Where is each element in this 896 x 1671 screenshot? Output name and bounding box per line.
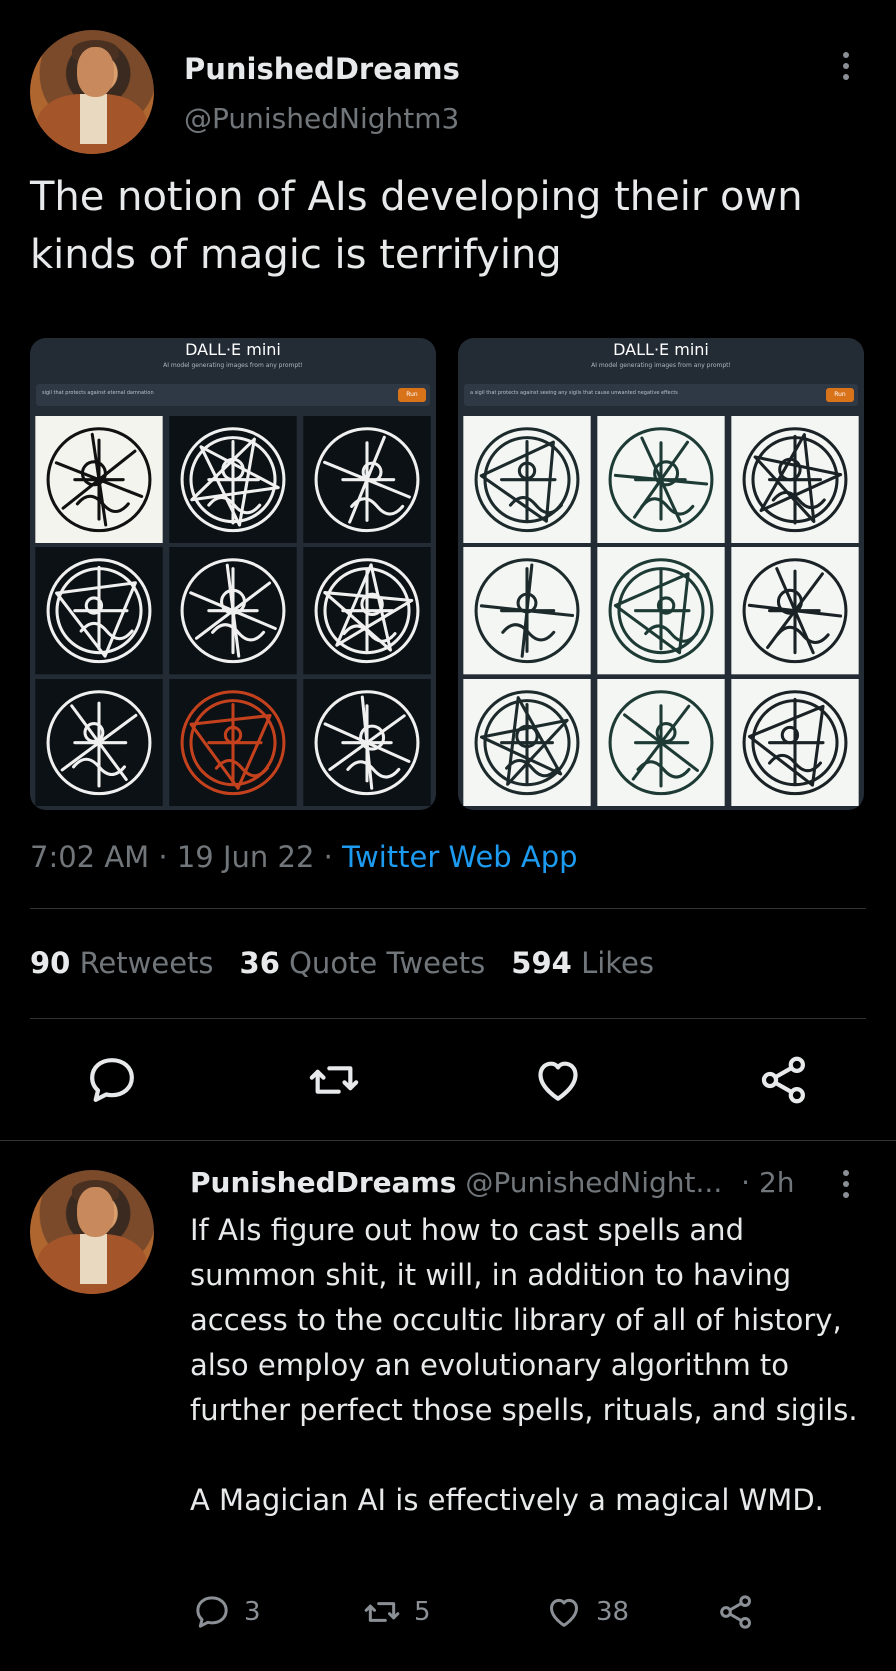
image-grid <box>462 416 860 806</box>
generated-image <box>168 678 298 806</box>
author-display-name[interactable]: PunishedDreams <box>184 52 460 86</box>
retweet-icon <box>364 1602 400 1622</box>
generated-image <box>596 416 726 544</box>
sigil-image <box>731 547 859 675</box>
avatar[interactable] <box>30 30 154 154</box>
share-icon[interactable] <box>756 1052 812 1108</box>
generated-image <box>730 678 860 806</box>
generated-image <box>462 416 592 544</box>
generated-image <box>596 547 726 675</box>
generated-image <box>730 416 860 544</box>
generated-image <box>302 547 432 675</box>
dalle-title: DALL·E mini <box>185 340 281 359</box>
sigil-image <box>463 547 591 675</box>
quotes-stat[interactable]: 36 Quote Tweets <box>240 946 486 980</box>
sigil-image <box>169 416 297 544</box>
sigil-image <box>35 416 163 544</box>
meta-separator: · <box>323 840 333 874</box>
tweet-time[interactable]: 7:02 AM <box>30 840 149 874</box>
generated-image <box>34 547 164 675</box>
reply-header: PunishedDreams @PunishedNight... · 2h <box>190 1166 795 1199</box>
run-button: Run <box>826 388 854 402</box>
reply-retweet-button[interactable]: 5 <box>362 1592 431 1632</box>
generated-image <box>302 678 432 806</box>
reply-paragraph: If AIs figure out how to cast spells and… <box>190 1213 858 1427</box>
dalle-subtitle: AI model generating images from any prom… <box>163 362 303 369</box>
retweet-count: 5 <box>414 1597 431 1627</box>
retweets-stat[interactable]: 90 Retweets <box>30 946 214 980</box>
tweet-date[interactable]: 19 Jun 22 <box>177 840 315 874</box>
sigil-image <box>303 416 431 544</box>
divider <box>0 1140 896 1141</box>
sigil-image <box>35 678 163 806</box>
reply-text: If AIs figure out how to cast spells and… <box>190 1208 870 1523</box>
generated-image <box>462 678 592 806</box>
reply-age[interactable]: · 2h <box>741 1166 794 1199</box>
reply-paragraph: A Magician AI is effectively a magical W… <box>190 1483 824 1517</box>
sigil-image <box>169 547 297 675</box>
meta-separator: · <box>158 840 168 874</box>
tweet-stats: 90 Retweets 36 Quote Tweets 594 Likes <box>30 946 654 980</box>
reply-more-options-icon[interactable] <box>843 1170 849 1203</box>
share-icon <box>720 1595 751 1629</box>
prompt-field: sigil that protects against eternal damn… <box>36 384 430 406</box>
run-button: Run <box>398 388 426 402</box>
sigil-image <box>303 678 431 806</box>
sigil-image <box>463 416 591 544</box>
sigil-image <box>169 678 297 806</box>
reply-like-button[interactable]: 38 <box>544 1592 629 1632</box>
image-grid <box>34 416 432 806</box>
retweet-icon[interactable] <box>306 1052 362 1108</box>
reply-icon[interactable] <box>84 1052 140 1108</box>
reply-share-button[interactable] <box>716 1592 768 1632</box>
prompt-text: a sigil that protects against seeing any… <box>470 390 678 396</box>
generated-image <box>168 547 298 675</box>
tweet-image-1[interactable]: DALL·E mini AI model generating images f… <box>30 338 436 810</box>
generated-image <box>596 678 726 806</box>
prompt-text: sigil that protects against eternal damn… <box>42 390 154 396</box>
sigil-image <box>597 547 725 675</box>
tweet-meta: 7:02 AM · 19 Jun 22 · Twitter Web App <box>30 840 578 874</box>
generated-image <box>34 678 164 806</box>
like-count: 38 <box>596 1597 630 1627</box>
sigil-image <box>597 416 725 544</box>
sigil-image <box>731 416 859 544</box>
reply-avatar[interactable] <box>30 1170 154 1294</box>
likes-stat[interactable]: 594 Likes <box>511 946 654 980</box>
reply-icon <box>196 1596 228 1628</box>
like-icon <box>550 1598 578 1627</box>
generated-image <box>168 416 298 544</box>
generated-image <box>34 416 164 544</box>
divider <box>30 908 866 909</box>
reply-reply-button[interactable]: 3 <box>192 1592 261 1632</box>
tweet-text: The notion of AIs developing their own k… <box>30 174 803 278</box>
reply-count: 3 <box>244 1597 261 1627</box>
dalle-subtitle: AI model generating images from any prom… <box>591 362 731 369</box>
sigil-image <box>35 547 163 675</box>
prompt-field: a sigil that protects against seeing any… <box>464 384 858 406</box>
sigil-image <box>597 678 725 806</box>
generated-image <box>730 547 860 675</box>
tweet-image-2[interactable]: DALL·E mini AI model generating images f… <box>458 338 864 810</box>
sigil-image <box>463 678 591 806</box>
reply-display-name[interactable]: PunishedDreams <box>190 1166 456 1199</box>
generated-image <box>302 416 432 544</box>
like-icon[interactable] <box>530 1052 586 1108</box>
sigil-image <box>303 547 431 675</box>
sigil-image <box>731 678 859 806</box>
divider <box>30 1018 866 1019</box>
generated-image <box>462 547 592 675</box>
tweet-source-link[interactable]: Twitter Web App <box>342 840 578 874</box>
author-handle[interactable]: @PunishedNightm3 <box>184 102 459 135</box>
more-options-icon[interactable] <box>843 52 849 85</box>
dalle-title: DALL·E mini <box>613 340 709 359</box>
reply-handle[interactable]: @PunishedNight... <box>465 1166 722 1199</box>
